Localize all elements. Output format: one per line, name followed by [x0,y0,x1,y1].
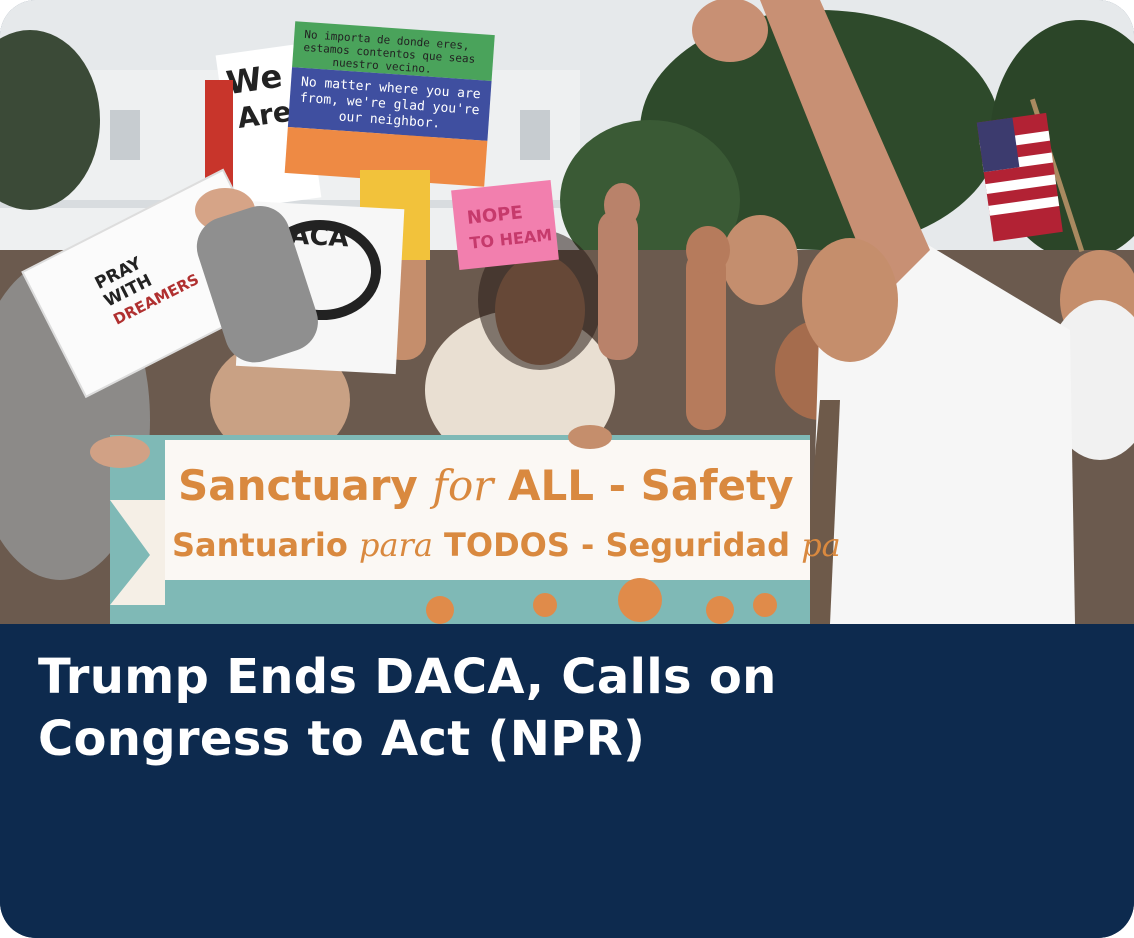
caption-panel: Trump Ends DACA, Calls on Congress to Ac… [0,624,1134,938]
banner-text-2d: pa [801,526,841,564]
svg-text:Sanctuary for ALL - Safety: Sanctuary for ALL - Safety [178,461,793,510]
banner-text-2c: TODOS - Seguridad [433,526,801,564]
banner-text-1b: for [429,461,496,510]
banner-text-2a: Santuario [172,526,359,564]
news-photo: We Are No importa de donde eres, estamos… [0,0,1134,624]
svg-text:Santuario para TODOS - Segurid: Santuario para TODOS - Seguridad pa [172,526,841,564]
banner-text-2b: para [359,526,433,564]
sign-we-text-1: We [224,57,285,102]
banner-text-1c: ALL - Safety [493,461,793,510]
headline[interactable]: Trump Ends DACA, Calls on Congress to Ac… [38,646,1038,770]
banner-text-1a: Sanctuary [178,461,432,510]
news-card[interactable]: We Are No importa de donde eres, estamos… [0,0,1134,938]
